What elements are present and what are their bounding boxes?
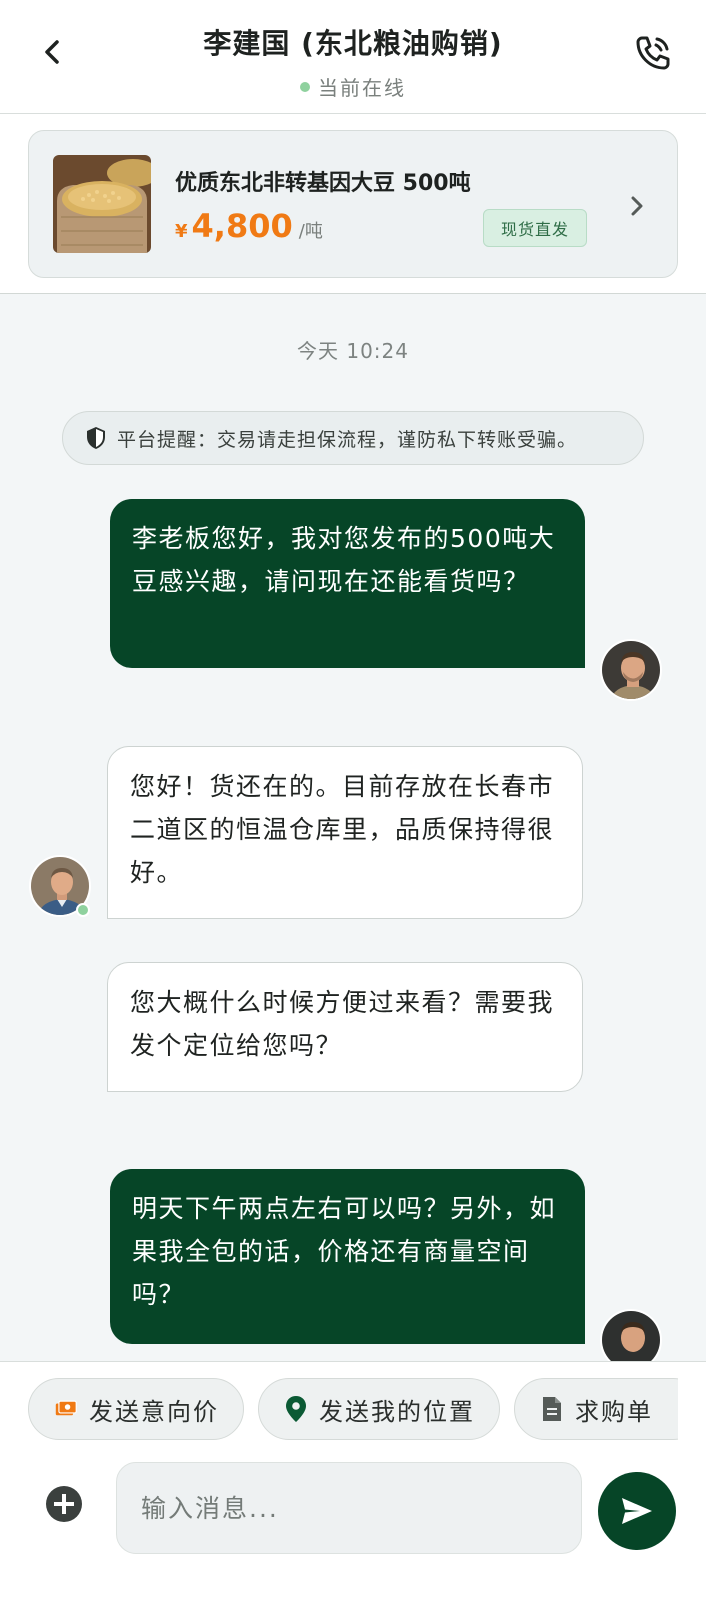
message-text: 您好！货还在的。目前存放在长春市二道区的恒温仓库里，品质保持得很好。 — [130, 772, 555, 887]
chevron-left-icon — [45, 40, 59, 64]
product-price: ¥ 4,800 /吨 — [175, 207, 323, 245]
quick-action-purchase-order[interactable]: 求购单 — [514, 1378, 678, 1440]
online-status: 当前在线 — [140, 72, 566, 101]
composer-bar: 发送意向价 发送我的位置 求购单 — [0, 1361, 706, 1600]
quick-action-send-location[interactable]: 发送我的位置 — [258, 1378, 500, 1440]
send-button[interactable] — [598, 1472, 676, 1550]
chat-timestamp: 今天 10:24 — [297, 339, 409, 363]
quick-actions[interactable]: 发送意向价 发送我的位置 求购单 — [28, 1378, 678, 1440]
chat-header: 李建国 (东北粮油购销) 当前在线 — [0, 0, 706, 114]
document-icon — [543, 1397, 561, 1421]
online-dot — [300, 81, 310, 92]
contact-online-dot — [76, 903, 90, 917]
message-text: 李老板您好，我对您发布的500吨大豆感兴趣，请问现在还能看货吗？ — [132, 524, 556, 596]
product-image — [53, 155, 151, 253]
message-outgoing[interactable]: 李老板您好，我对您发布的500吨大豆感兴趣，请问现在还能看货吗？ — [110, 499, 585, 668]
quick-action-offer-price[interactable]: 发送意向价 — [28, 1378, 244, 1440]
shield-icon — [87, 427, 105, 449]
call-button[interactable] — [628, 28, 678, 78]
price-value: 4,800 — [191, 207, 293, 245]
status-text: 当前在线 — [318, 76, 406, 100]
chip-label: 发送意向价 — [89, 1397, 219, 1426]
my-avatar[interactable] — [600, 1309, 662, 1361]
product-area: 优质东北非转基因大豆 500吨 ¥ 4,800 /吨 现货直发 — [0, 114, 706, 294]
send-icon — [622, 1498, 652, 1524]
phone-call-icon — [636, 36, 670, 70]
message-input[interactable] — [116, 1462, 582, 1554]
product-card[interactable]: 优质东北非转基因大豆 500吨 ¥ 4,800 /吨 现货直发 — [28, 130, 678, 278]
my-avatar[interactable] — [600, 639, 662, 701]
chip-label: 求购单 — [575, 1397, 653, 1426]
currency-symbol: ¥ — [175, 221, 188, 242]
title-block: 李建国 (东北粮油购销) 当前在线 — [140, 22, 566, 101]
product-title: 优质东北非转基因大豆 500吨 — [175, 171, 471, 196]
location-pin-icon — [286, 1396, 306, 1422]
contact-name: 李建国 (东北粮油购销) — [203, 27, 503, 60]
chevron-right-icon — [625, 191, 649, 221]
safety-notice: 平台提醒：交易请走担保流程，谨防私下转账受骗。 — [62, 411, 644, 465]
message-text: 明天下午两点左右可以吗？另外，如果我全包的话，价格还有商量空间吗？ — [132, 1194, 557, 1309]
money-icon — [55, 1400, 77, 1416]
message-text: 您大概什么时候方便过来看？需要我发个定位给您吗？ — [130, 988, 555, 1060]
notice-text: 平台提醒：交易请走担保流程，谨防私下转账受骗。 — [117, 428, 578, 451]
message-incoming[interactable]: 您大概什么时候方便过来看？需要我发个定位给您吗？ — [107, 962, 583, 1092]
back-button[interactable] — [30, 30, 74, 74]
plus-circle-icon — [46, 1486, 82, 1522]
message-outgoing[interactable]: 明天下午两点左右可以吗？另外，如果我全包的话，价格还有商量空间吗？ — [110, 1169, 585, 1344]
message-incoming[interactable]: 您好！货还在的。目前存放在长春市二道区的恒温仓库里，品质保持得很好。 — [107, 746, 583, 919]
price-unit: /吨 — [298, 221, 323, 242]
add-attachment-button[interactable] — [44, 1484, 84, 1524]
chip-label: 发送我的位置 — [319, 1397, 475, 1426]
stock-badge: 现货直发 — [483, 209, 587, 247]
chat-messages[interactable]: 今天 10:24 平台提醒：交易请走担保流程，谨防私下转账受骗。 李老板您好，我… — [0, 295, 706, 1361]
